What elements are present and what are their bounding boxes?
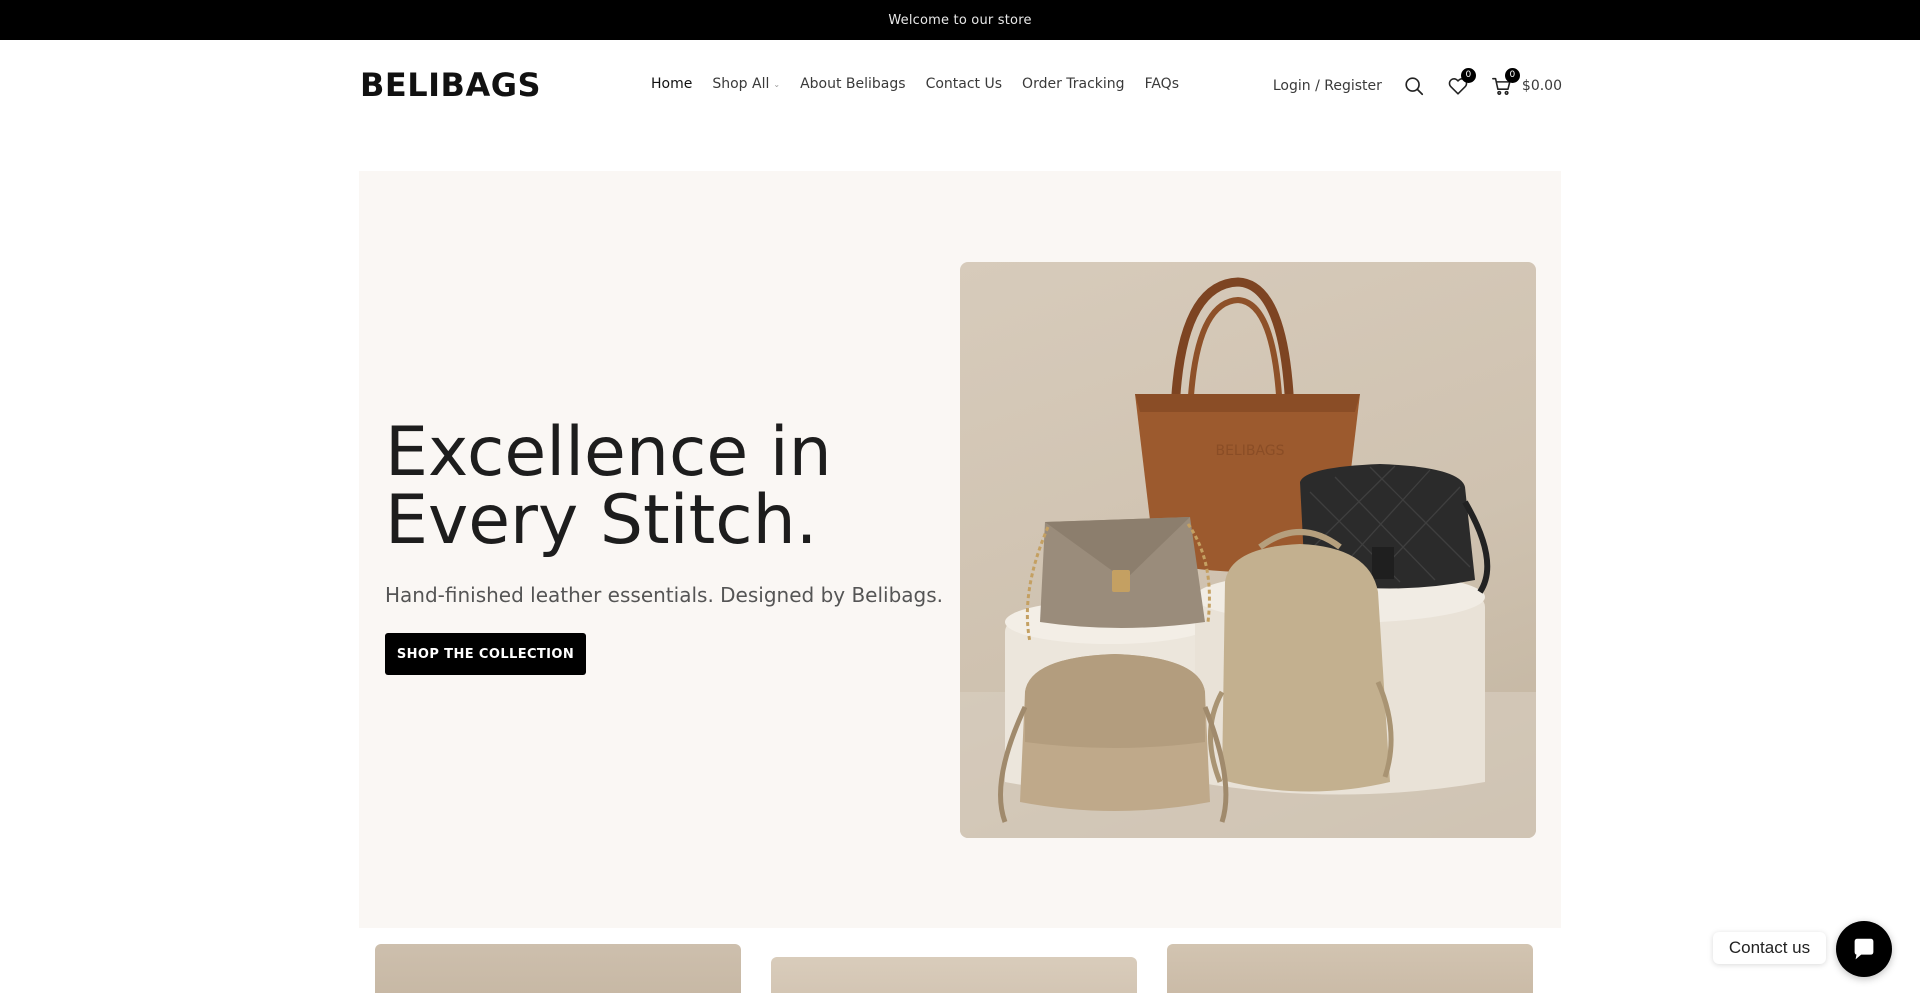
- nav-item-label: Order Tracking: [1022, 76, 1125, 92]
- nav-item-faqs[interactable]: FAQs: [1145, 76, 1179, 92]
- login-register-link[interactable]: Login / Register: [1273, 78, 1382, 94]
- nav-item-label: About Belibags: [800, 76, 906, 92]
- nav-item-shop-all[interactable]: Shop All ⌄: [712, 76, 780, 92]
- hero-section: Excellence in Every Stitch. Hand-finishe…: [359, 171, 1561, 928]
- contact-chat-button[interactable]: [1836, 921, 1892, 977]
- hero-subtitle: Hand-finished leather essentials. Design…: [385, 583, 944, 607]
- product-card-3[interactable]: [1167, 944, 1533, 993]
- chat-icon: [1854, 938, 1874, 960]
- site-logo[interactable]: BELIBAGS: [360, 66, 541, 104]
- main-nav: Home Shop All ⌄ About Belibags Contact Us…: [651, 76, 1199, 92]
- nav-item-home[interactable]: Home: [651, 76, 692, 92]
- announcement-bar: Welcome to our store: [0, 0, 1920, 40]
- site-header: BELIBAGS Home Shop All ⌄ About Belibags C…: [0, 40, 1920, 132]
- hero-title: Excellence in Every Stitch.: [385, 419, 832, 555]
- hero-product-image: BELIBAGS: [960, 262, 1536, 838]
- hero-title-line: Excellence in: [385, 413, 832, 492]
- nav-item-label: Contact Us: [925, 76, 1003, 92]
- bags-illustration: BELIBAGS: [960, 277, 1536, 838]
- nav-item-contact[interactable]: Contact Us: [926, 76, 1002, 92]
- search-button[interactable]: [1402, 74, 1426, 98]
- header-actions: Login / Register 0 0 $0.00: [1273, 66, 1562, 106]
- cart-button[interactable]: 0 $0.00: [1490, 68, 1562, 98]
- shop-collection-button[interactable]: SHOP THE COLLECTION: [385, 633, 586, 675]
- announcement-text: Welcome to our store: [888, 12, 1032, 28]
- nav-item-order-tracking[interactable]: Order Tracking: [1022, 76, 1125, 92]
- hero-title-line: Every Stitch.: [385, 481, 818, 560]
- chevron-down-icon: ⌄: [773, 79, 781, 89]
- tote-brand-text: BELIBAGS: [1215, 443, 1284, 459]
- nav-item-label: FAQs: [1144, 76, 1179, 92]
- wishlist-count-badge: 0: [1460, 68, 1476, 83]
- cart-count-badge: 0: [1504, 68, 1520, 83]
- product-card-2[interactable]: [771, 957, 1137, 993]
- search-icon: [1405, 77, 1423, 96]
- wishlist-button[interactable]: 0: [1446, 68, 1476, 98]
- nav-item-about[interactable]: About Belibags: [800, 76, 906, 92]
- cart-total: $0.00: [1521, 78, 1562, 94]
- nav-item-label: Shop All: [712, 76, 770, 92]
- product-card-1[interactable]: [375, 944, 741, 993]
- contact-us-label[interactable]: Contact us: [1713, 932, 1826, 964]
- nav-item-label: Home: [651, 76, 693, 92]
